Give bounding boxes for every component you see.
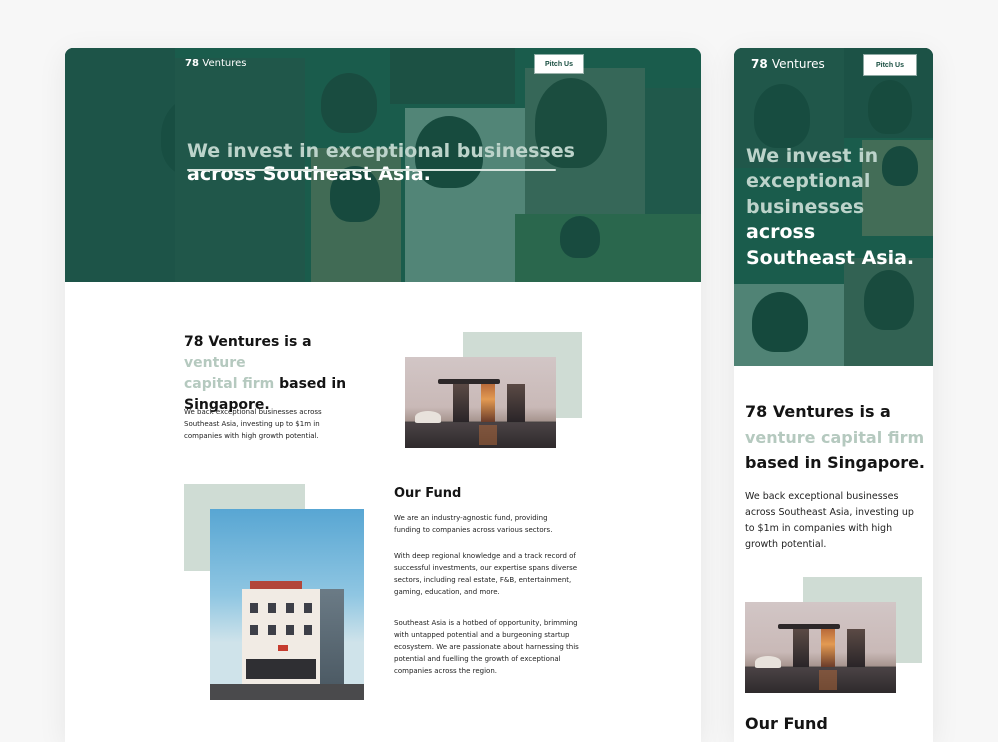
about-title-accent: capital firm [184,376,275,392]
brand-logo[interactable]: 78 Ventures [185,58,246,69]
hero-section: 78 Ventures Pitch Us We invest in except… [65,48,701,282]
fund-title: Our Fund [745,714,828,733]
about-title-text: 78 Ventures is a [184,334,312,350]
desktop-preview: 78 Ventures Pitch Us We invest in except… [65,48,701,742]
brand-number: 78 [185,58,199,69]
brand-word: Ventures [771,57,825,71]
about-title-accent: venture [184,355,246,371]
fund-title: Our Fund [394,486,462,501]
hero-headline: We invest in exceptional businesses acro… [187,140,575,186]
hero-headline: We invest in exceptional businesses acro… [746,144,914,271]
hero-headline-line: businesses [746,195,865,218]
hero-headline-line: We invest in [746,145,879,167]
brand-logo[interactable]: 78 Ventures [751,57,825,71]
about-title-text: based in Singapore. [745,453,926,473]
fund-paragraph-3: Southeast Asia is a hotbed of opportunit… [394,619,579,675]
pitch-us-button[interactable]: Pitch Us [864,55,916,75]
hero-headline-line2: across Southeast Asia. [187,163,431,186]
shophouse-building-image [210,509,364,700]
brand-word: Ventures [202,58,247,69]
pitch-us-button[interactable]: Pitch Us [535,55,583,73]
about-title-text: 78 Ventures is a [745,402,891,421]
brand-number: 78 [751,57,768,71]
about-title-text: based in [274,376,347,392]
about-description: We back exceptional businesses across So… [184,408,322,440]
hero-headline-underline [187,169,556,171]
about-description: We back exceptional businesses across So… [745,491,914,551]
about-title: 78 Ventures is a venture capital firm ba… [745,399,925,476]
marina-bay-sands-image [745,602,896,693]
hero-section-mobile: 78 Ventures Pitch Us We invest in except… [734,48,933,366]
about-title-accent: venture capital firm [745,427,925,447]
marina-bay-sands-image [405,357,556,448]
about-title: 78 Ventures is a venture capital firm ba… [184,332,374,416]
hero-headline-line: across [746,221,816,244]
hero-headline-line: Southeast Asia. [746,246,915,269]
fund-paragraph-2: With deep regional knowledge and a track… [394,552,578,596]
hero-headline-line1: We invest in exceptional businesses [187,140,575,162]
fund-paragraph-1: We are an industry-agnostic fund, provid… [394,514,553,534]
hero-headline-line: exceptional [746,170,871,193]
mobile-preview: 78 Ventures Pitch Us We invest in except… [734,48,933,742]
